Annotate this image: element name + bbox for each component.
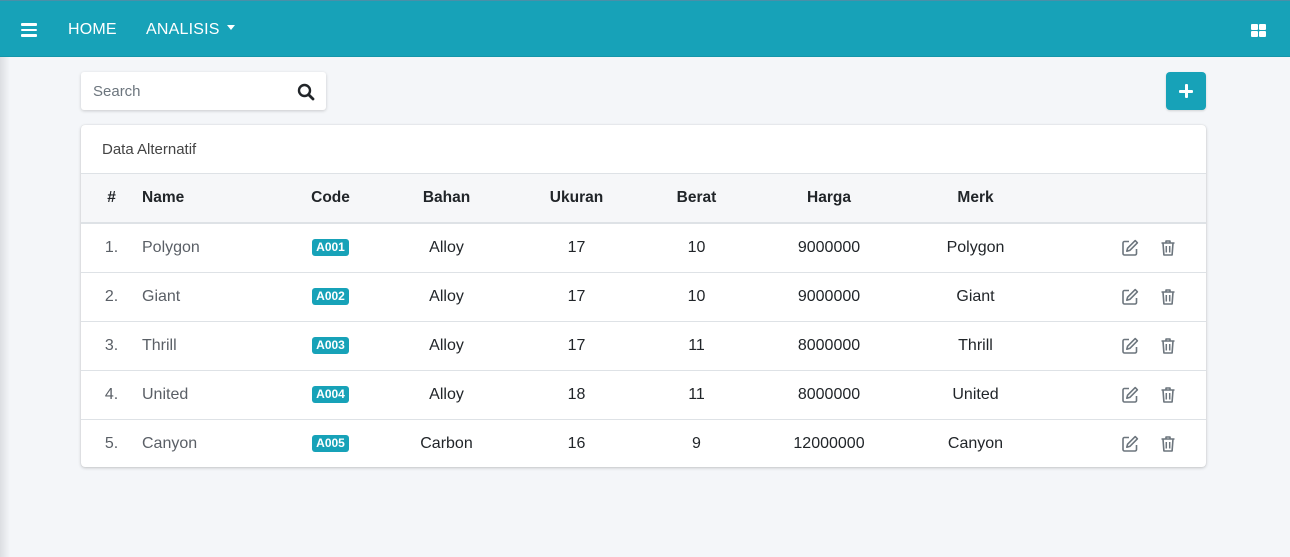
row-merk: Canyon [947,434,1004,452]
row-ukuran: 17 [567,238,586,256]
search-input[interactable] [81,72,291,110]
nav-analisis-dropdown[interactable]: ANALISIS [146,21,235,39]
row-name: Polygon [142,238,200,256]
row-bahan: Alloy [429,336,464,354]
row-actions [1047,223,1206,272]
row-berat: 10 [687,238,706,256]
table-row: 2. Giant A002 Alloy 17 10 9000000 Giant [81,272,1206,321]
row-number: 4. [104,385,119,403]
edit-icon[interactable] [1120,287,1140,307]
search-box [81,72,326,110]
row-actions [1047,272,1206,321]
col-header-harga: Harga [754,174,904,224]
search-icon[interactable] [296,82,316,102]
trash-icon[interactable] [1158,287,1178,307]
trash-icon[interactable] [1158,385,1178,405]
col-header-berat: Berat [639,174,754,224]
row-harga: 9000000 [797,238,861,256]
row-number: 5. [104,434,119,452]
row-merk: United [952,385,999,403]
grid-layout-icon[interactable] [1251,24,1266,37]
code-badge: A002 [312,287,349,305]
code-badge: A003 [312,336,349,354]
caret-down-icon [226,25,235,31]
row-berat: 11 [688,336,705,354]
alternatif-table: # Name Code Bahan Ukuran Berat Harga Mer… [81,174,1206,467]
trash-icon[interactable] [1158,434,1178,454]
row-bahan: Alloy [429,385,464,403]
row-number: 1. [104,238,119,256]
row-ukuran: 17 [567,336,586,354]
sidebar-edge-shadow [0,57,10,557]
edit-icon[interactable] [1120,238,1140,258]
row-number: 2. [104,287,119,305]
trash-icon[interactable] [1158,238,1178,258]
row-actions [1047,370,1206,419]
code-badge: A001 [312,238,349,256]
row-harga: 8000000 [797,385,861,403]
row-berat: 11 [688,385,705,403]
hamburger-menu-icon[interactable] [21,23,37,37]
trash-icon[interactable] [1158,336,1178,356]
row-harga: 12000000 [793,434,865,452]
top-navbar: HOME ANALISIS [0,0,1290,57]
row-merk: Thrill [958,336,993,354]
row-bahan: Carbon [420,434,473,452]
code-badge: A005 [312,434,349,452]
nav-analisis-label: ANALISIS [146,21,220,38]
edit-icon[interactable] [1120,385,1140,405]
code-badge: A004 [312,385,349,403]
col-header-number: # [81,174,142,224]
table-row: 4. United A004 Alloy 18 11 8000000 Unite… [81,370,1206,419]
table-header-row: # Name Code Bahan Ukuran Berat Harga Mer… [81,174,1206,224]
nav-home-link[interactable]: HOME [68,21,117,39]
row-ukuran: 18 [567,385,586,403]
row-name: Giant [142,287,181,305]
col-header-bahan: Bahan [379,174,514,224]
row-ukuran: 16 [567,434,586,452]
edit-icon[interactable] [1120,336,1140,356]
table-row: 5. Canyon A005 Carbon 16 9 12000000 Cany… [81,419,1206,467]
col-header-code: Code [282,174,379,224]
row-actions [1047,321,1206,370]
col-header-ukuran: Ukuran [514,174,639,224]
col-header-actions [1047,174,1206,224]
row-berat: 9 [692,434,701,452]
row-name: Thrill [142,336,177,354]
row-merk: Polygon [946,238,1005,256]
table-row: 3. Thrill A003 Alloy 17 11 8000000 Thril… [81,321,1206,370]
table-row: 1. Polygon A001 Alloy 17 10 9000000 Poly… [81,223,1206,272]
col-header-merk: Merk [904,174,1047,224]
col-header-name: Name [142,174,282,224]
row-name: Canyon [142,434,198,452]
edit-icon[interactable] [1120,434,1140,454]
add-button[interactable] [1166,72,1206,110]
row-name: United [142,385,189,403]
row-number: 3. [104,336,119,354]
card-title: Data Alternatif [81,125,1206,174]
row-ukuran: 17 [567,287,586,305]
row-actions [1047,419,1206,467]
data-alternatif-card: Data Alternatif # Name Code Bahan Ukuran… [81,125,1206,467]
row-bahan: Alloy [429,238,464,256]
row-bahan: Alloy [429,287,464,305]
row-harga: 9000000 [797,287,861,305]
row-harga: 8000000 [797,336,861,354]
row-berat: 10 [687,287,706,305]
row-merk: Giant [956,287,995,305]
